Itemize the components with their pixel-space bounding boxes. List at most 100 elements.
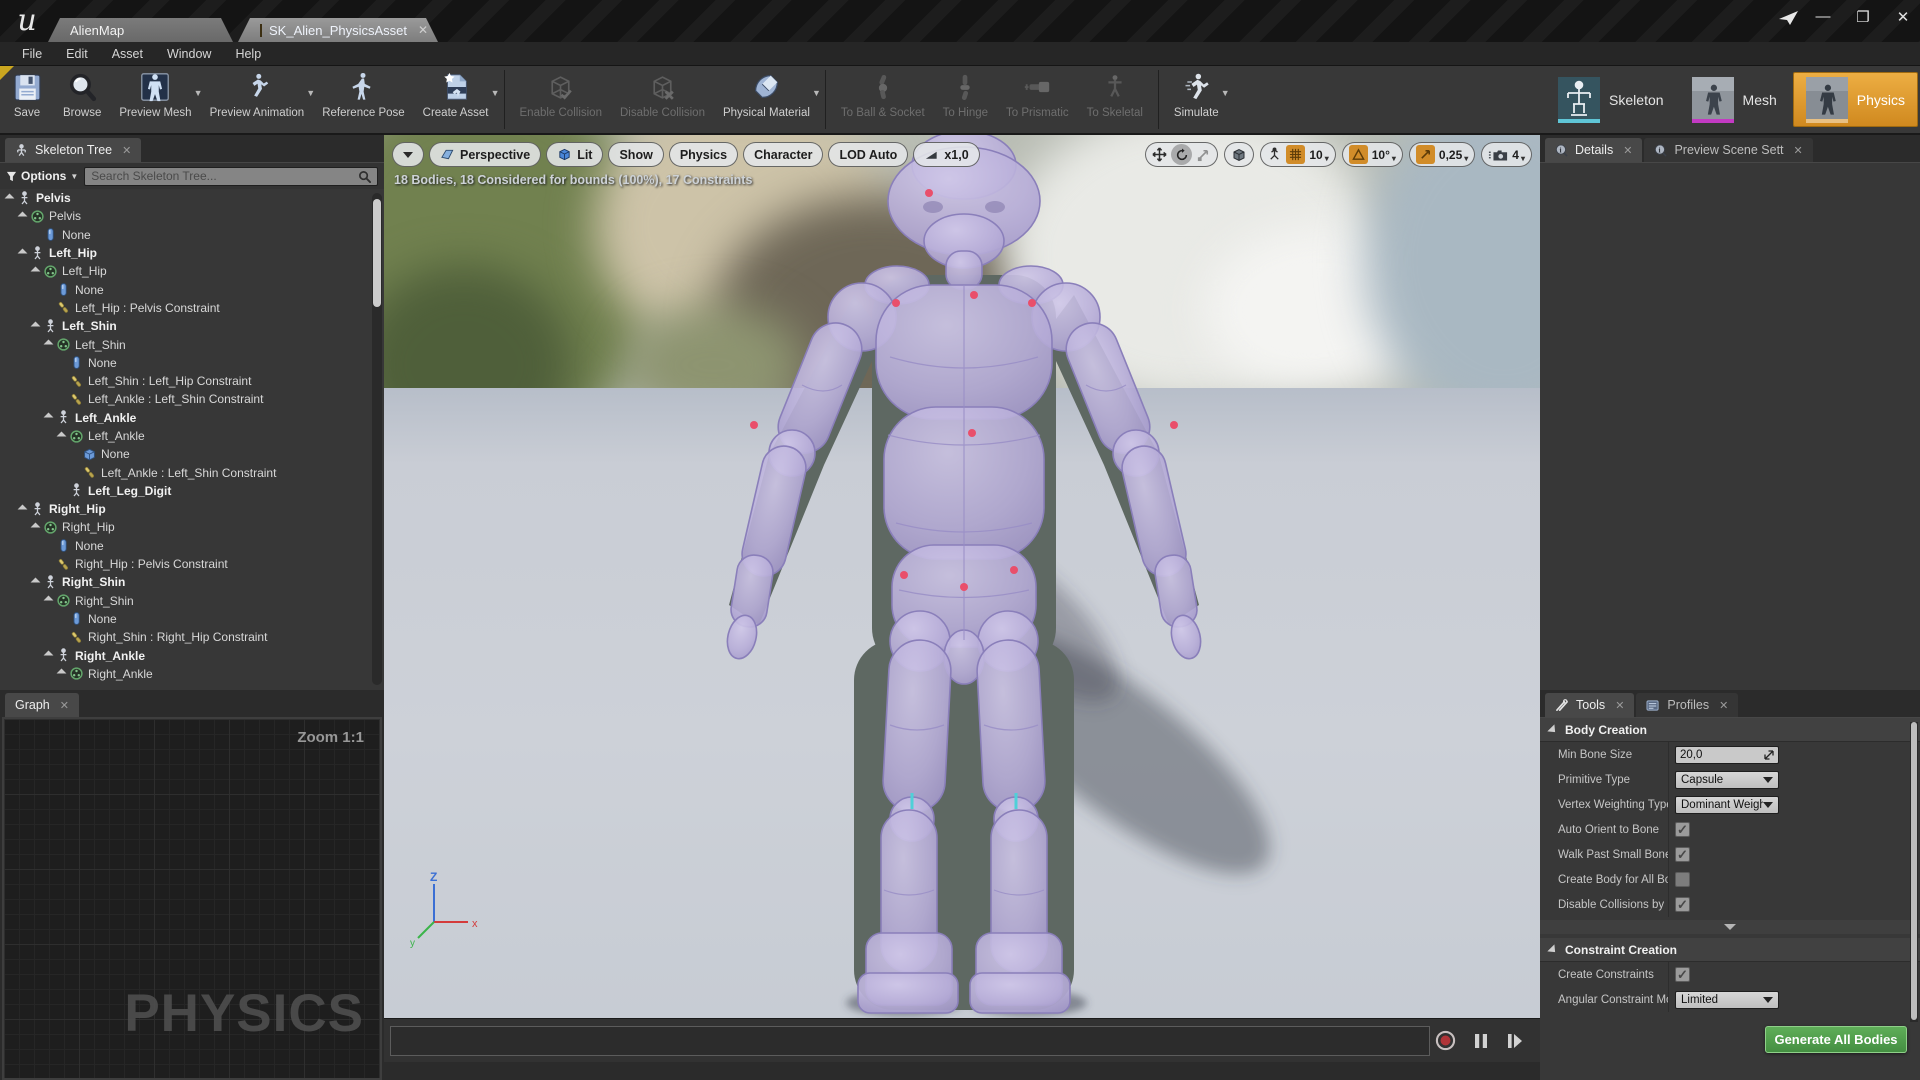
close-tab-icon[interactable]: ✕ xyxy=(418,23,428,37)
mode-skeleton-button[interactable]: Skeleton xyxy=(1546,72,1675,127)
3d-viewport[interactable]: Perspective Lit Show Physics Character LOD Au… xyxy=(384,135,1540,1018)
expander-icon[interactable] xyxy=(57,431,68,442)
search-input[interactable]: Search Skeleton Tree... xyxy=(84,166,378,186)
section-constraint-creation[interactable]: Constraint Creation xyxy=(1540,938,1920,962)
tab-alienmap[interactable]: AlienMap xyxy=(48,18,233,42)
camera-speed-icon[interactable] xyxy=(1488,148,1508,162)
viewport-perspective-button[interactable]: Perspective xyxy=(429,142,542,167)
browse-button[interactable]: Browse xyxy=(54,66,110,133)
tree-row-bone[interactable]: Right_Ankle xyxy=(0,646,384,664)
tree-row-bone[interactable]: Left_Hip xyxy=(0,244,384,262)
viewport-lod-auto-button[interactable]: LOD Auto xyxy=(828,142,909,167)
tree-row-body[interactable]: Right_Shin xyxy=(0,592,384,610)
create-constraints-checkbox[interactable]: ✓ xyxy=(1675,967,1690,982)
tree-row-constraint[interactable]: Left_Ankle : Left_Shin Constraint xyxy=(0,463,384,481)
viewport-show-button[interactable]: Show xyxy=(608,142,664,167)
mode-mesh-button[interactable]: Mesh xyxy=(1680,72,1789,127)
expander-icon[interactable] xyxy=(31,522,42,533)
viewport-lit-button[interactable]: Lit xyxy=(546,142,604,167)
tab-physics-asset[interactable]: SK_Alien_PhysicsAsset ✕ xyxy=(238,18,438,42)
expander-icon[interactable] xyxy=(57,668,68,679)
viewport-character-button[interactable]: Character xyxy=(743,142,824,167)
expander-icon[interactable] xyxy=(5,193,16,204)
primitive-type-select[interactable]: Capsule xyxy=(1675,770,1779,789)
menu-asset[interactable]: Asset xyxy=(100,42,155,65)
share-icon[interactable] xyxy=(1778,10,1800,26)
minimize-button[interactable]: — xyxy=(1812,8,1834,26)
expander-icon[interactable] xyxy=(44,650,55,661)
menu-edit[interactable]: Edit xyxy=(54,42,100,65)
section-body-creation[interactable]: Body Creation xyxy=(1540,718,1920,742)
save-button[interactable]: Save xyxy=(0,66,54,133)
expander-icon[interactable] xyxy=(18,248,29,259)
tools-scrollbar[interactable] xyxy=(1910,722,1918,1022)
tab-preview-scene-settings[interactable]: i Preview Scene Sett ✕ xyxy=(1644,138,1813,162)
rotation-snap-toggle[interactable] xyxy=(1348,145,1368,164)
preview-mesh-button[interactable]: Preview Mesh ▼ xyxy=(110,66,203,133)
tree-scrollbar[interactable] xyxy=(372,193,382,685)
simulate-button[interactable]: Simulate ▼ xyxy=(1165,66,1230,133)
tree-row-body[interactable]: Right_Ankle xyxy=(0,665,384,683)
tree-row-bone[interactable]: Left_Ankle xyxy=(0,409,384,427)
expander-icon[interactable] xyxy=(18,504,29,515)
tree-row-box[interactable]: None xyxy=(0,445,384,463)
create-asset-button[interactable]: Create Asset ▼ xyxy=(414,66,500,133)
menu-window[interactable]: Window xyxy=(155,42,223,65)
viewport-physics-button[interactable]: Physics xyxy=(668,142,739,167)
reference-pose-button[interactable]: Reference Pose xyxy=(313,66,413,133)
camera-speed-value[interactable]: 4 xyxy=(1512,148,1519,162)
graph-canvas[interactable]: Zoom 1:1 PHYSICS xyxy=(2,717,382,1080)
grid-snap-toggle[interactable] xyxy=(1286,145,1306,164)
menu-file[interactable]: File xyxy=(10,42,54,65)
tree-row-body[interactable]: Right_Hip xyxy=(0,518,384,536)
tree-row-bone[interactable]: Right_Hip xyxy=(0,500,384,518)
advanced-expander[interactable] xyxy=(1540,920,1920,934)
tree-row-constraint[interactable]: Right_Hip : Pelvis Constraint xyxy=(0,555,384,573)
close-panel-icon[interactable]: ✕ xyxy=(1623,144,1632,157)
translate-tool-icon[interactable] xyxy=(1152,147,1167,162)
drag-slider-icon[interactable] xyxy=(1764,749,1774,760)
tree-options-button[interactable]: Options ▼ xyxy=(6,169,78,183)
chevron-down-icon[interactable]: ▼ xyxy=(1221,88,1230,98)
expander-icon[interactable] xyxy=(31,266,42,277)
mode-physics-button[interactable]: Physics xyxy=(1792,72,1918,127)
tree-row-capsule[interactable]: None xyxy=(0,226,384,244)
step-forward-button[interactable] xyxy=(1506,1032,1524,1050)
viewport-options-button[interactable] xyxy=(392,142,424,167)
rotate-tool-button[interactable] xyxy=(1171,144,1193,165)
tree-row-body[interactable]: Pelvis xyxy=(0,207,384,225)
tree-row-constraint[interactable]: Right_Shin : Right_Hip Constraint xyxy=(0,628,384,646)
disable-collisions-by-d-checkbox[interactable]: ✓ xyxy=(1675,897,1690,912)
tab-profiles[interactable]: Profiles ✕ xyxy=(1636,693,1739,717)
pause-button[interactable] xyxy=(1473,1032,1489,1050)
scale-snap-toggle[interactable] xyxy=(1415,145,1435,164)
tree-row-constraint[interactable]: Left_Shin : Left_Hip Constraint xyxy=(0,372,384,390)
expander-icon[interactable] xyxy=(44,595,55,606)
coordinate-system-button[interactable] xyxy=(1224,142,1255,167)
chevron-down-icon[interactable]: ▼ xyxy=(491,88,500,98)
timeline-scrubber[interactable] xyxy=(390,1026,1430,1056)
scale-tool-icon[interactable] xyxy=(1196,147,1211,162)
tree-row-bone[interactable]: Right_Shin xyxy=(0,573,384,591)
preview-animation-button[interactable]: Preview Animation ▼ xyxy=(201,66,315,133)
tab-graph[interactable]: Graph ✕ xyxy=(5,693,79,717)
close-panel-icon[interactable]: ✕ xyxy=(1794,144,1803,157)
expander-icon[interactable] xyxy=(18,211,29,222)
close-panel-icon[interactable]: ✕ xyxy=(60,699,69,712)
chevron-down-icon[interactable]: ▼ xyxy=(812,88,821,98)
tree-row-body[interactable]: Left_Hip xyxy=(0,262,384,280)
walk-past-small-bone-checkbox[interactable]: ✓ xyxy=(1675,847,1690,862)
angular-constraint-mo-select[interactable]: Limited xyxy=(1675,990,1779,1009)
alien-physics-character[interactable] xyxy=(384,135,1540,1018)
tree-row-capsule[interactable]: None xyxy=(0,537,384,555)
close-button[interactable]: ✕ xyxy=(1892,8,1914,26)
min-bone-size-input[interactable]: 20,0 xyxy=(1675,745,1779,764)
vertex-weighting-type-select[interactable]: Dominant Weight xyxy=(1675,795,1779,814)
create-body-for-all-bo-checkbox[interactable] xyxy=(1675,872,1690,887)
expander-icon[interactable] xyxy=(31,321,42,332)
tree-row-constraint[interactable]: Left_Ankle : Left_Shin Constraint xyxy=(0,390,384,408)
scale-snap-value[interactable]: 0,25 xyxy=(1439,148,1462,162)
socket-snap-icon[interactable] xyxy=(1267,147,1282,162)
tree-row-body[interactable]: Left_Shin xyxy=(0,335,384,353)
physical-material-button[interactable]: Physical Material ▼ xyxy=(714,66,821,133)
